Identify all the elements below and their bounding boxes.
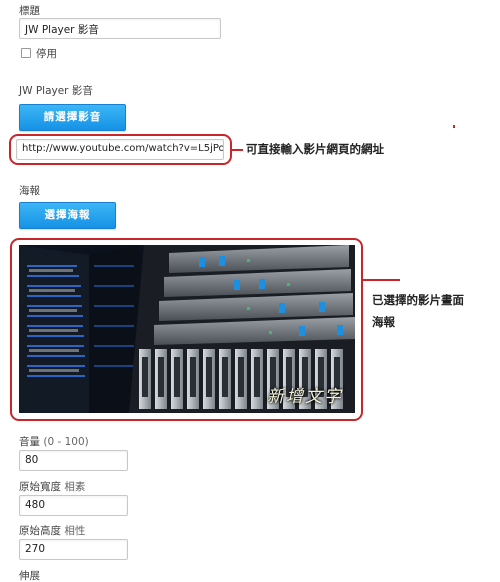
select-poster-button[interactable]: 選擇海報 bbox=[19, 202, 116, 229]
media-url-input[interactable]: http://www.youtube.com/watch?v=L5jPoiwH bbox=[16, 139, 224, 160]
poster-image: 新增文字 bbox=[19, 245, 355, 413]
url-annotation-connector bbox=[232, 149, 243, 151]
poster-caption: 新增文字 bbox=[267, 387, 343, 407]
height-input[interactable]: 270 bbox=[19, 539, 128, 560]
disable-checkbox[interactable] bbox=[21, 48, 31, 58]
title-input[interactable]: JW Player 影音 bbox=[19, 18, 221, 39]
red-mark bbox=[453, 125, 455, 128]
poster-section-label: 海報 bbox=[19, 185, 40, 197]
height-label: 原始高度 相性 bbox=[19, 523, 85, 538]
stretch-label: 伸展 bbox=[19, 570, 40, 582]
select-media-button[interactable]: 請選擇影音 bbox=[19, 104, 126, 131]
volume-label: 音量 (0 - 100) bbox=[19, 434, 89, 449]
url-annotation: 可直接輸入影片網頁的網址 bbox=[246, 142, 384, 156]
height-label-text: 原始高度 bbox=[19, 525, 61, 537]
width-unit: 相素 bbox=[64, 481, 86, 493]
volume-label-text: 音量 bbox=[19, 436, 40, 448]
volume-input[interactable]: 80 bbox=[19, 450, 128, 471]
disable-label: 停用 bbox=[36, 48, 57, 60]
poster-annotation-connector bbox=[363, 279, 400, 281]
volume-hint: (0 - 100) bbox=[43, 436, 89, 448]
title-label: 標題 bbox=[19, 5, 40, 17]
poster-annotation-line1: 已選擇的影片畫面 bbox=[372, 293, 464, 307]
width-label-text: 原始寬度 bbox=[19, 481, 61, 493]
width-label: 原始寬度 相素 bbox=[19, 479, 85, 494]
poster-annotation-line2: 海報 bbox=[372, 315, 395, 329]
media-section-label: JW Player 影音 bbox=[19, 85, 93, 97]
width-input[interactable]: 480 bbox=[19, 495, 128, 516]
height-unit: 相性 bbox=[64, 525, 86, 537]
